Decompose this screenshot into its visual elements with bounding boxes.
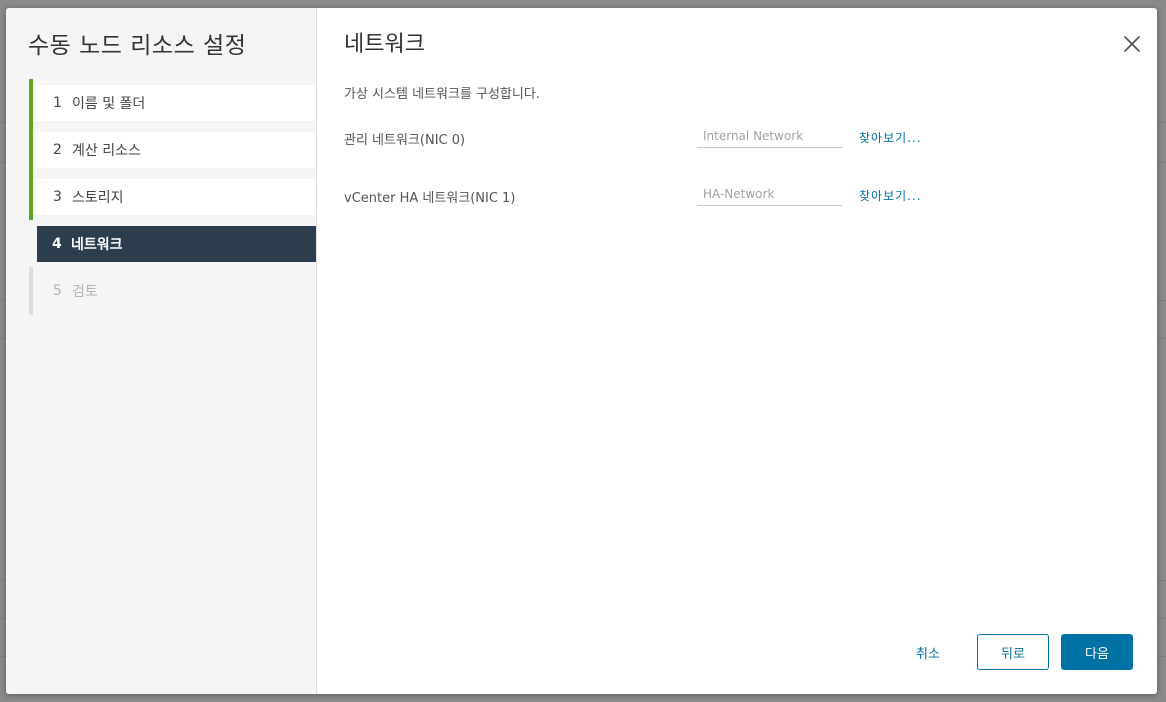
step-number: 2 bbox=[53, 142, 62, 158]
wizard-dialog: 수동 노드 리소스 설정 1 이름 및 폴더 2 계산 리소스 3 스토리지 4… bbox=[6, 8, 1157, 694]
close-button[interactable] bbox=[1120, 32, 1144, 56]
wizard-content: 네트워크 가상 시스템 네트워크를 구성합니다. 관리 네트워크(NIC 0) … bbox=[317, 8, 1157, 694]
step-network[interactable]: 4 네트워크 bbox=[37, 226, 316, 262]
step-label: 스토리지 bbox=[72, 190, 124, 206]
close-icon bbox=[1124, 36, 1140, 52]
management-network-input[interactable] bbox=[697, 124, 842, 148]
network-row-ha: vCenter HA 네트워크(NIC 1) 찾아보기... bbox=[344, 182, 1044, 217]
ha-network-label: vCenter HA 네트워크(NIC 1) bbox=[344, 191, 516, 206]
wizard-sidebar: 수동 노드 리소스 설정 1 이름 및 폴더 2 계산 리소스 3 스토리지 4… bbox=[6, 8, 317, 694]
step-number: 5 bbox=[53, 283, 62, 299]
step-number: 3 bbox=[53, 189, 62, 205]
step-number: 1 bbox=[53, 95, 62, 111]
step-label: 이름 및 폴더 bbox=[72, 96, 146, 112]
step-review: 5 검토 bbox=[29, 273, 316, 309]
step-label: 계산 리소스 bbox=[72, 143, 141, 159]
step-number: 4 bbox=[52, 236, 62, 252]
step-label: 검토 bbox=[72, 284, 98, 300]
back-button[interactable]: 뒤로 bbox=[977, 634, 1049, 670]
page-description: 가상 시스템 네트워크를 구성합니다. bbox=[344, 87, 540, 102]
step-label: 네트워크 bbox=[71, 237, 123, 253]
management-network-label: 관리 네트워크(NIC 0) bbox=[344, 133, 466, 148]
wizard-steps: 1 이름 및 폴더 2 계산 리소스 3 스토리지 4 네트워크 5 검토 bbox=[29, 79, 316, 320]
management-network-browse-link[interactable]: 찾아보기... bbox=[859, 129, 922, 146]
step-compute-resource[interactable]: 2 계산 리소스 bbox=[29, 132, 316, 168]
ha-network-input[interactable] bbox=[697, 182, 842, 206]
ha-network-browse-link[interactable]: 찾아보기... bbox=[859, 187, 922, 204]
step-name-folder[interactable]: 1 이름 및 폴더 bbox=[29, 85, 316, 121]
wizard-title: 수동 노드 리소스 설정 bbox=[28, 33, 247, 59]
cancel-button[interactable]: 취소 bbox=[902, 634, 954, 670]
step-storage[interactable]: 3 스토리지 bbox=[29, 179, 316, 215]
next-button[interactable]: 다음 bbox=[1061, 634, 1133, 670]
page-title: 네트워크 bbox=[344, 32, 425, 57]
network-row-management: 관리 네트워크(NIC 0) 찾아보기... bbox=[344, 124, 1044, 159]
